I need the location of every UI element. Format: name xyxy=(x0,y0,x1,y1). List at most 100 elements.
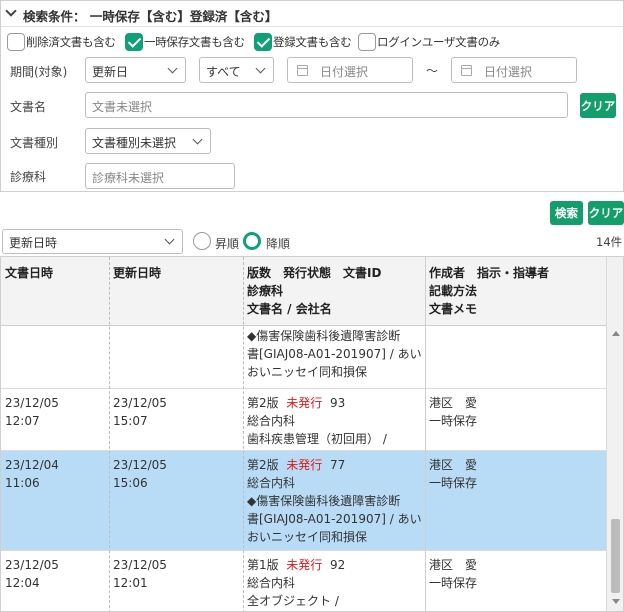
cell-line: おいニッセイ同和損保 xyxy=(247,365,368,379)
cell-doc-date: 23/12/04 11:06 xyxy=(5,456,59,492)
checkbox-login-user-only[interactable]: ログインユーザ文書のみ xyxy=(358,32,500,52)
cell-line: 23/12/04 xyxy=(5,458,59,472)
checkbox-box[interactable] xyxy=(358,33,376,51)
scrollbar-thumb[interactable] xyxy=(611,519,620,593)
checkbox-include-registered[interactable]: 登録文書も含む xyxy=(254,32,352,52)
header-doc-date[interactable]: 文書日時 xyxy=(5,264,53,282)
sort-asc-radio[interactable] xyxy=(193,232,211,250)
period-target-select[interactable]: 更新日 xyxy=(85,57,186,83)
check-icon[interactable] xyxy=(254,33,272,51)
cell-line: 歯科疾患管理（初回用） / xyxy=(247,432,387,446)
checkbox-label: 一時保存文書も含む xyxy=(144,35,245,49)
cell-doc-info: 第2版 未発行 93 総合内科 歯科疾患管理（初回用） / xyxy=(247,394,387,448)
date-from-input[interactable]: 日付選択 xyxy=(287,57,413,83)
doc-name-input[interactable]: 文書未選択 xyxy=(85,92,568,118)
cell-doc-date: 23/12/05 12:04 xyxy=(5,556,59,592)
select-value: 更新日時 xyxy=(9,236,58,250)
header-line: 記載方法 xyxy=(429,284,478,298)
header-line: 版数 発行状態 文書ID xyxy=(247,266,382,280)
table-row[interactable]: 23/12/05 12:07 23/12/05 15:07 第2版 未発行 93… xyxy=(1,389,606,451)
search-panel-header[interactable]: 検索条件： 一時保存【含む】登録済【含む】 xyxy=(1,1,623,27)
select-value: 更新日 xyxy=(92,65,129,79)
checkbox-label: 削除済文書も含む xyxy=(26,35,116,49)
header-doc-info[interactable]: 版数 発行状態 文書ID 診療科 文書名 / 会社名 xyxy=(247,264,381,318)
cell-doc-date: 23/12/05 12:07 xyxy=(5,394,59,430)
cell-line: 総合内科 xyxy=(247,576,296,590)
cell-line: 全オブジェクト / xyxy=(247,594,339,608)
column-divider xyxy=(109,257,110,611)
cell-doc-info: 第1版 未発行 92 総合内科 全オブジェクト / xyxy=(247,556,345,610)
cell-author-info: 港区 愛 一時保存 xyxy=(429,556,477,592)
cell-doc-info: 第2版 未発行 77 総合内科 ◆傷害保険歯科後遺障害診断 書[GIAJ08-A… xyxy=(247,456,422,546)
sort-asc-label: 昇順 xyxy=(215,237,240,251)
calendar-icon xyxy=(297,65,308,76)
sort-desc-label: 降順 xyxy=(266,237,291,251)
cell-updated: 23/12/05 12:01 xyxy=(113,556,167,592)
status-badge: 未発行 xyxy=(286,396,323,410)
checkbox-include-temp[interactable]: 一時保存文書も含む xyxy=(125,32,245,52)
cell-line: 港区 愛 xyxy=(429,396,478,410)
cell-line: 11:06 xyxy=(5,476,40,490)
cell-updated: 23/12/05 15:07 xyxy=(113,394,167,430)
cell-line: 12:01 xyxy=(113,576,148,590)
header-author-info[interactable]: 作成者 指示・指導者 記載方法 文書メモ xyxy=(429,264,549,318)
version: 第2版 xyxy=(247,458,279,472)
chevron-down-icon xyxy=(255,63,266,74)
result-count: 14件 xyxy=(596,235,623,249)
cell-line: ◆傷害保険歯科後遺障害診断 xyxy=(247,494,401,508)
table-row-selected[interactable]: 23/12/04 11:06 23/12/05 15:06 第2版 未発行 77… xyxy=(1,451,606,551)
doc-name-clear-button[interactable]: クリア xyxy=(580,93,616,118)
cell-line: 一時保存 xyxy=(429,414,478,428)
sort-field-select[interactable]: 更新日時 xyxy=(2,229,183,254)
chevron-down-icon xyxy=(164,234,175,245)
table-row[interactable]: 23/12/05 12:04 23/12/05 12:01 第1版 未発行 92… xyxy=(1,551,606,611)
doc-id: 92 xyxy=(329,558,346,572)
cell-line: 12:07 xyxy=(5,414,40,428)
header-line: 作成者 指示・指導者 xyxy=(429,266,550,280)
cell-author-info: 港区 愛 一時保存 xyxy=(429,456,477,492)
doc-type-select[interactable]: 文書種別未選択 xyxy=(85,128,211,154)
search-button[interactable]: 検索 xyxy=(550,201,583,225)
cell-doc-info: ◆傷害保険歯科後遺障害診断 書[GIAJ08-A01-201907] / あい … xyxy=(247,327,422,381)
period-range-select[interactable]: すべて xyxy=(199,57,274,83)
cell-line: 書[GIAJ08-A01-201907] / あい xyxy=(247,512,422,526)
cell-line: 港区 愛 xyxy=(429,458,478,472)
checkbox-label: ログインユーザ文書のみ xyxy=(377,35,500,49)
cell-version-line: 第1版 未発行 92 xyxy=(247,556,345,574)
chevron-down-icon[interactable] xyxy=(5,5,17,17)
cell-line: 書[GIAJ08-A01-201907] / あい xyxy=(247,347,422,361)
table-scrollbar[interactable] xyxy=(606,257,623,611)
cell-updated: 23/12/05 15:06 xyxy=(113,456,167,492)
calendar-icon xyxy=(461,65,472,76)
cell-line: おいニッセイ同和損保 xyxy=(247,530,368,544)
document-table: 文書日時 更新日時 版数 発行状態 文書ID 診療科 文書名 / 会社名 作成者… xyxy=(0,256,624,612)
column-divider xyxy=(425,257,426,611)
dept-input[interactable]: 診療科未選択 xyxy=(85,163,235,189)
checkbox-box[interactable] xyxy=(7,33,25,51)
header-line: 診療科 xyxy=(247,284,284,298)
placeholder: 日付選択 xyxy=(320,65,369,79)
cell-line: 港区 愛 xyxy=(429,558,478,572)
cell-line: 一時保存 xyxy=(429,576,478,590)
header-updated[interactable]: 更新日時 xyxy=(113,264,161,282)
cell-line: ◆傷害保険歯科後遺障害診断 xyxy=(247,329,401,343)
check-icon[interactable] xyxy=(125,33,143,51)
clear-all-button[interactable]: クリア xyxy=(588,201,624,225)
cell-line: 総合内科 xyxy=(247,476,296,490)
scroll-down-icon[interactable] xyxy=(612,599,620,604)
scroll-up-icon[interactable] xyxy=(612,331,620,336)
doc-type-label: 文書種別 xyxy=(10,136,59,150)
search-conditions-title: 検索条件： 一時保存【含む】登録済【含む】 xyxy=(23,9,278,24)
cell-line: 23/12/05 xyxy=(5,558,59,572)
cell-line: 12:04 xyxy=(5,576,40,590)
status-badge: 未発行 xyxy=(286,558,323,572)
sort-desc-radio[interactable] xyxy=(243,232,261,250)
doc-id: 93 xyxy=(329,396,346,410)
cell-line: 15:07 xyxy=(113,414,148,428)
table-row[interactable]: ◆傷害保険歯科後遺障害診断 書[GIAJ08-A01-201907] / あい … xyxy=(1,327,606,389)
header-line: 文書メモ xyxy=(429,302,478,316)
date-to-input[interactable]: 日付選択 xyxy=(451,57,577,83)
checkbox-include-deleted[interactable]: 削除済文書も含む xyxy=(7,32,116,52)
version: 第2版 xyxy=(247,396,279,410)
status-badge: 未発行 xyxy=(286,458,323,472)
